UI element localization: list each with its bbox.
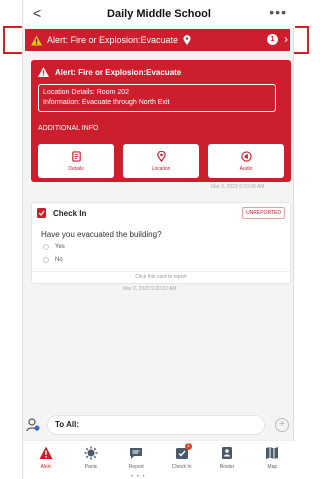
alert-card-title: Alert: Fire or Explosion:Evacuate <box>55 67 182 77</box>
nav-label-panic: Panic <box>84 464 98 470</box>
alert-banner-text: Alert: Fire or Explosion:Evacuate <box>47 35 179 45</box>
map-icon <box>266 447 279 459</box>
report-icon <box>130 448 143 459</box>
option-no[interactable]: No <box>43 257 63 263</box>
audio-tile-label: Audio <box>239 165 253 172</box>
info-tiles: Details Location Audio <box>38 144 284 178</box>
alert-card[interactable]: Alert: Fire or Explosion:Evacuate Locati… <box>31 60 291 182</box>
details-tile[interactable]: Details <box>38 144 114 178</box>
option-yes[interactable]: Yes <box>43 244 65 250</box>
nav-item-map[interactable]: Map <box>255 441 289 479</box>
more-menu-button[interactable]: ••• <box>269 4 287 20</box>
audio-tile[interactable]: Audio <box>208 144 284 178</box>
check-in-header: Check In <box>37 208 86 218</box>
nav-label-report: Report <box>128 464 144 470</box>
location-tile-label: Location <box>151 165 171 172</box>
compose-bar: To All: + <box>23 412 295 438</box>
warning-icon <box>31 34 42 46</box>
nav-item-roster[interactable]: Roster <box>210 441 244 479</box>
radio-no[interactable] <box>43 257 49 263</box>
phone-screen: < Daily Middle School ••• Alert: Fire or… <box>22 0 295 479</box>
chevron-right-icon[interactable]: › <box>284 32 288 46</box>
nav-item-panic[interactable]: Panic <box>74 441 108 479</box>
warning-icon <box>38 67 49 77</box>
nav-label-alert: Alert <box>40 464 51 470</box>
bottom-nav: Alert Panic Report 1 Check In Roster Map <box>23 440 295 479</box>
nav-label-map: Map <box>267 464 278 470</box>
check-in-question: Have you evacuated the building? <box>41 230 162 239</box>
location-pin-icon <box>183 35 191 45</box>
additional-info-label: ADDITIONAL INFO <box>38 125 99 132</box>
panic-icon <box>84 446 98 460</box>
audio-icon <box>240 150 252 162</box>
status-badge: UNREPORTED <box>242 207 285 219</box>
person-icon[interactable] <box>26 418 40 432</box>
check-in-badge: 1 <box>184 443 192 450</box>
information-text: Information: Evacuate through North Exit <box>43 99 170 106</box>
location-pin-icon <box>156 150 166 162</box>
location-tile[interactable]: Location <box>123 144 199 178</box>
page-title: Daily Middle School <box>107 8 211 20</box>
details-icon <box>71 150 81 162</box>
app-header: < Daily Middle School ••• <box>23 0 295 28</box>
location-details: Location Details: Room 202 <box>43 89 129 96</box>
check-in-icon <box>37 208 46 218</box>
page-indicator: • • • <box>131 474 146 479</box>
back-button[interactable]: < <box>33 5 41 21</box>
details-tile-label: Details <box>68 165 84 172</box>
roster-icon <box>221 447 232 459</box>
option-yes-label: Yes <box>55 244 65 250</box>
location-info-box: Location Details: Room 202 Information: … <box>38 84 276 112</box>
check-in-footer: Click this card to report <box>32 271 290 280</box>
alert-icon <box>39 446 53 459</box>
radio-yes[interactable] <box>43 244 49 250</box>
nav-item-check-in[interactable]: 1 Check In <box>165 441 199 479</box>
option-no-label: No <box>55 257 63 263</box>
message-input[interactable]: To All: <box>47 415 265 435</box>
nav-label-check-in: Check In <box>171 464 192 470</box>
check-in-card[interactable]: Check In UNREPORTED Have you evacuated t… <box>31 202 291 284</box>
alert-timestamp: Mar 3, 2023 9:20:09 AM <box>211 184 265 190</box>
check-in-timestamp: Mar 3, 2023 9:20:22 AM <box>123 286 177 292</box>
alert-count-badge: 1 <box>267 34 278 45</box>
nav-item-alert[interactable]: Alert <box>29 441 63 479</box>
check-in-title: Check In <box>53 208 87 218</box>
active-alert-banner[interactable]: Alert: Fire or Explosion:Evacuate 1 › <box>25 29 290 51</box>
add-button[interactable]: + <box>275 418 289 432</box>
alert-card-header: Alert: Fire or Explosion:Evacuate <box>38 67 181 77</box>
nav-label-roster: Roster <box>219 464 235 470</box>
